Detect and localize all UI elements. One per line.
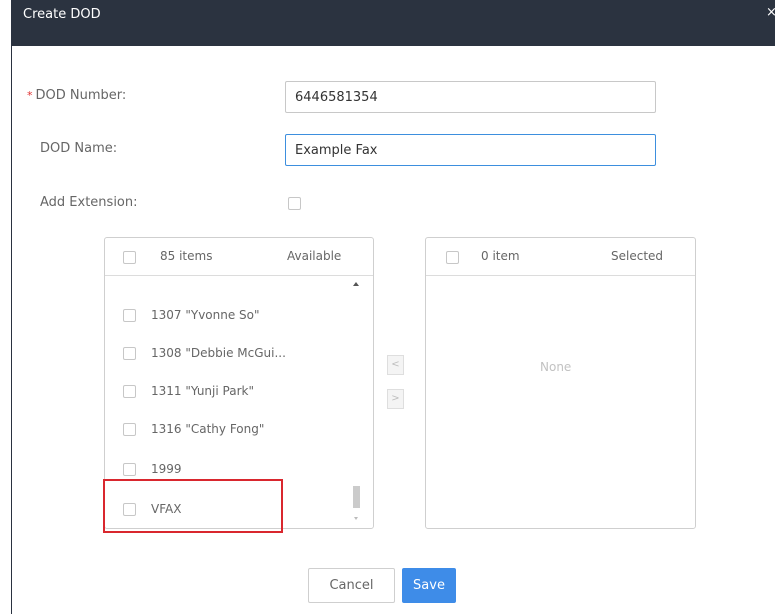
item-checkbox[interactable] [123,347,136,360]
add-extension-checkbox[interactable] [288,197,301,210]
item-label: 1311 "Yunji Park" [151,384,254,398]
dod-number-label: * DOD Number: [27,88,126,103]
available-title: Available [287,249,342,263]
available-count: 85 items [160,249,213,263]
empty-placeholder: None [540,360,572,374]
item-checkbox[interactable] [123,423,136,436]
available-panel-header: 85 items Available [105,238,373,276]
item-label: 1307 "Yvonne So" [151,308,260,322]
available-select-all-checkbox[interactable] [123,251,136,264]
save-button[interactable]: Save [402,568,456,603]
move-left-button[interactable]: < [387,355,404,375]
dod-name-label: DOD Name: [40,141,118,156]
list-item[interactable]: 1311 "Yunji Park" [105,373,345,411]
dod-number-label-text: DOD Number: [35,88,127,103]
selected-panel: 0 item Selected None [425,237,696,529]
selected-title: Selected [611,249,664,263]
dialog-titlebar: Create DOD × [12,0,775,46]
item-label: 1999 [151,462,182,476]
item-checkbox[interactable] [123,309,136,322]
dod-number-input[interactable] [285,81,656,113]
scroll-up-arrow-icon[interactable] [353,282,359,286]
list-item[interactable]: 1307 "Yvonne So" [105,297,345,335]
cancel-button[interactable]: Cancel [308,568,395,603]
available-scrollbar[interactable] [349,276,365,524]
add-extension-label: Add Extension: [40,195,138,210]
scroll-thumb[interactable] [353,486,360,508]
selected-panel-header: 0 item Selected [426,238,695,276]
item-label: 1316 "Cathy Fong" [151,422,265,436]
list-item[interactable]: 1308 "Debbie McGui... [105,335,345,373]
list-item[interactable]: 1316 "Cathy Fong" [105,411,345,449]
dod-name-input[interactable] [285,134,656,166]
close-icon[interactable]: × [766,5,775,20]
scroll-down-arrow-icon[interactable] [354,517,358,520]
vfax-highlight-box [103,479,283,533]
item-checkbox[interactable] [123,385,136,398]
required-marker: * [27,89,33,102]
dialog-title: Create DOD [23,7,101,22]
selected-select-all-checkbox[interactable] [446,251,459,264]
move-right-button[interactable]: > [387,389,404,409]
selected-count: 0 item [481,249,520,263]
item-label: 1308 "Debbie McGui... [151,346,286,360]
item-checkbox[interactable] [123,463,136,476]
